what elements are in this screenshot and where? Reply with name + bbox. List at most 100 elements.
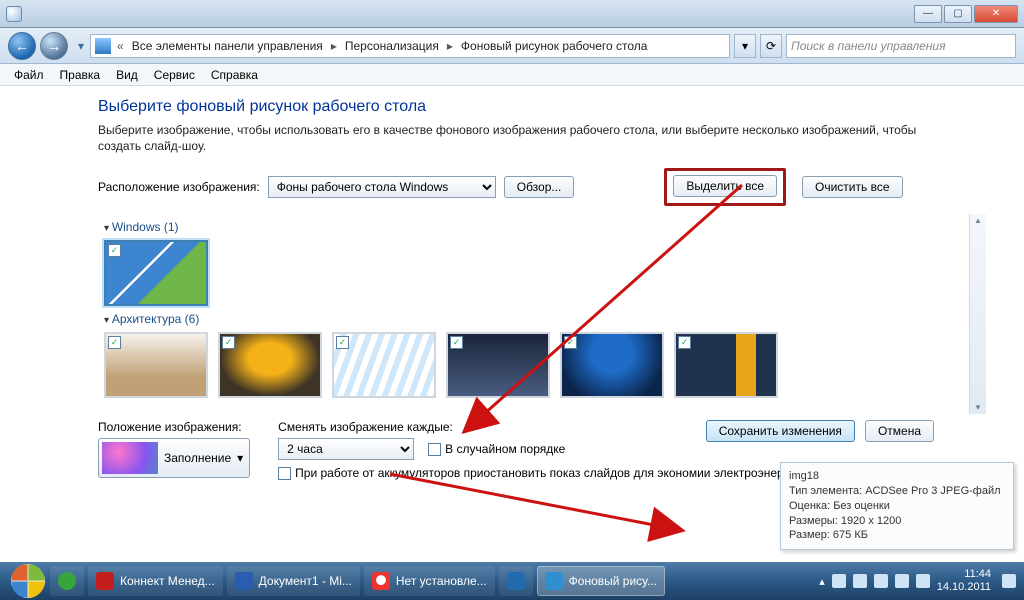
taskbar-item-active[interactable]: Фоновый рису...: [537, 566, 665, 596]
thumbnail-tooltip: img18 Тип элемента: ACDSee Pro 3 JPEG-фа…: [780, 462, 1014, 550]
footer-buttons: Сохранить изменения Отмена: [706, 420, 934, 442]
battery-label: При работе от аккумуляторов приостановит…: [295, 466, 801, 480]
thumb-checkbox-icon[interactable]: ✓: [108, 336, 121, 349]
position-group: Положение изображения: Заполнение ▾: [98, 420, 250, 478]
wallpaper-thumb[interactable]: ✓: [446, 332, 550, 398]
menu-bar: Файл Правка Вид Сервис Справка: [0, 64, 1024, 86]
thumb-checkbox-icon[interactable]: ✓: [108, 244, 121, 257]
category-header[interactable]: Архитектура (6): [104, 312, 980, 326]
tray-icon[interactable]: [853, 574, 867, 588]
tooltip-line: Тип элемента: ACDSee Pro 3 JPEG-файл: [789, 484, 1005, 499]
opera-icon: [372, 572, 390, 590]
thumb-checkbox-icon[interactable]: ✓: [450, 336, 463, 349]
location-row: Расположение изображения: Фоны рабочего …: [98, 168, 986, 206]
search-input[interactable]: Поиск в панели управления: [786, 34, 1016, 58]
taskbar-item[interactable]: [50, 566, 84, 596]
tooltip-line: Оценка: Без оценки: [789, 499, 1005, 514]
app-icon: [96, 572, 114, 590]
tray-icon[interactable]: [832, 574, 846, 588]
menu-tools[interactable]: Сервис: [146, 66, 203, 84]
wallpaper-thumb[interactable]: ✓: [218, 332, 322, 398]
battery-checkbox[interactable]: При работе от аккумуляторов приостановит…: [278, 466, 801, 480]
address-bar[interactable]: « Все элементы панели управления ▸ Персо…: [90, 34, 730, 58]
start-button[interactable]: [8, 562, 48, 600]
menu-help[interactable]: Справка: [203, 66, 266, 84]
taskbar-label: Нет установле...: [396, 574, 487, 588]
search-placeholder: Поиск в панели управления: [791, 39, 946, 53]
position-combo[interactable]: Заполнение ▾: [98, 438, 250, 478]
wallpaper-thumb[interactable]: ✓: [104, 332, 208, 398]
navigation-bar: ← → ▾ « Все элементы панели управления ▸…: [0, 28, 1024, 64]
thumb-checkbox-icon[interactable]: ✓: [678, 336, 691, 349]
save-button[interactable]: Сохранить изменения: [706, 420, 855, 442]
thumb-checkbox-icon[interactable]: ✓: [564, 336, 577, 349]
menu-view[interactable]: Вид: [108, 66, 146, 84]
word-icon: [235, 572, 253, 590]
breadcrumb-item[interactable]: Все элементы панели управления: [126, 39, 329, 53]
taskbar-item[interactable]: Нет установле...: [364, 566, 495, 596]
forward-button[interactable]: →: [40, 32, 68, 60]
tooltip-line: Размер: 675 КБ: [789, 528, 1005, 543]
cancel-button[interactable]: Отмена: [865, 420, 934, 442]
chevron-down-icon: ▾: [237, 451, 243, 465]
wallpaper-thumb[interactable]: ✓: [674, 332, 778, 398]
shuffle-checkbox[interactable]: В случайном порядке: [428, 442, 565, 456]
clear-all-button[interactable]: Очистить все: [802, 176, 902, 198]
nav-history-dropdown[interactable]: ▾: [72, 34, 90, 58]
tooltip-line: Размеры: 1920 x 1200: [789, 514, 1005, 529]
select-all-button[interactable]: Выделить все: [673, 175, 777, 197]
tray-show-hidden-icon[interactable]: ▴: [819, 575, 825, 588]
tray-icon[interactable]: [874, 574, 888, 588]
back-button[interactable]: ←: [8, 32, 36, 60]
taskbar-label: Фоновый рису...: [569, 574, 657, 588]
position-preview-icon: [102, 442, 158, 474]
tooltip-line: img18: [789, 469, 1005, 484]
browse-button[interactable]: Обзор...: [504, 176, 575, 198]
taskbar-item[interactable]: [499, 566, 533, 596]
location-combo[interactable]: Фоны рабочего стола Windows: [268, 176, 496, 198]
refresh-button[interactable]: ⟳: [760, 34, 782, 58]
breadcrumb-sep-icon: ▸: [329, 39, 339, 53]
close-button[interactable]: ✕: [974, 5, 1018, 23]
taskbar[interactable]: Коннект Менед... Документ1 - Mi... Нет у…: [0, 562, 1024, 600]
system-tray[interactable]: ▴ 11:44 14.10.2011: [819, 568, 1016, 593]
thumb-checkbox-icon[interactable]: ✓: [336, 336, 349, 349]
breadcrumb-sep-icon: ▸: [445, 39, 455, 53]
wallpaper-thumb[interactable]: ✓: [560, 332, 664, 398]
breadcrumb-item[interactable]: Фоновый рисунок рабочего стола: [455, 39, 654, 53]
tray-volume-icon[interactable]: [916, 574, 930, 588]
menu-edit[interactable]: Правка: [52, 66, 109, 84]
tray-lang-icon[interactable]: [1002, 574, 1016, 588]
breadcrumb-item[interactable]: Персонализация: [339, 39, 445, 53]
annotation-highlight: Выделить все: [664, 168, 786, 206]
maximize-button[interactable]: ▢: [944, 5, 972, 23]
address-dropdown[interactable]: ▾: [734, 34, 756, 58]
breadcrumb-sep-icon: «: [115, 39, 126, 53]
window-titlebar: — ▢ ✕: [0, 0, 1024, 28]
tray-icon[interactable]: [895, 574, 909, 588]
page-title: Выберите фоновый рисунок рабочего стола: [98, 98, 986, 116]
shuffle-label: В случайном порядке: [445, 442, 565, 456]
time: 11:44: [937, 568, 991, 581]
page-intro: Выберите изображение, чтобы использовать…: [98, 122, 918, 154]
category-header[interactable]: Windows (1): [104, 220, 980, 234]
window-icon: [6, 6, 22, 22]
wallpaper-gallery[interactable]: Windows (1) ✓ Архитектура (6) ✓ ✓ ✓ ✓ ✓ …: [98, 214, 986, 414]
gallery-scrollbar[interactable]: [969, 214, 986, 414]
content-pane: Выберите фоновый рисунок рабочего стола …: [0, 86, 1024, 488]
wallpaper-thumb[interactable]: ✓: [104, 240, 208, 306]
position-label: Положение изображения:: [98, 420, 250, 434]
date: 14.10.2011: [937, 581, 991, 594]
personalization-icon: [545, 572, 563, 590]
thumb-checkbox-icon[interactable]: ✓: [222, 336, 235, 349]
taskbar-item[interactable]: Документ1 - Mi...: [227, 566, 360, 596]
taskbar-item[interactable]: Коннект Менед...: [88, 566, 223, 596]
minimize-button[interactable]: —: [914, 5, 942, 23]
app-icon: [507, 572, 525, 590]
menu-file[interactable]: Файл: [6, 66, 52, 84]
interval-combo[interactable]: 2 часа: [278, 438, 414, 460]
utorrent-icon: [58, 572, 76, 590]
position-value: Заполнение: [164, 451, 231, 465]
clock[interactable]: 11:44 14.10.2011: [937, 568, 995, 593]
wallpaper-thumb[interactable]: ✓: [332, 332, 436, 398]
